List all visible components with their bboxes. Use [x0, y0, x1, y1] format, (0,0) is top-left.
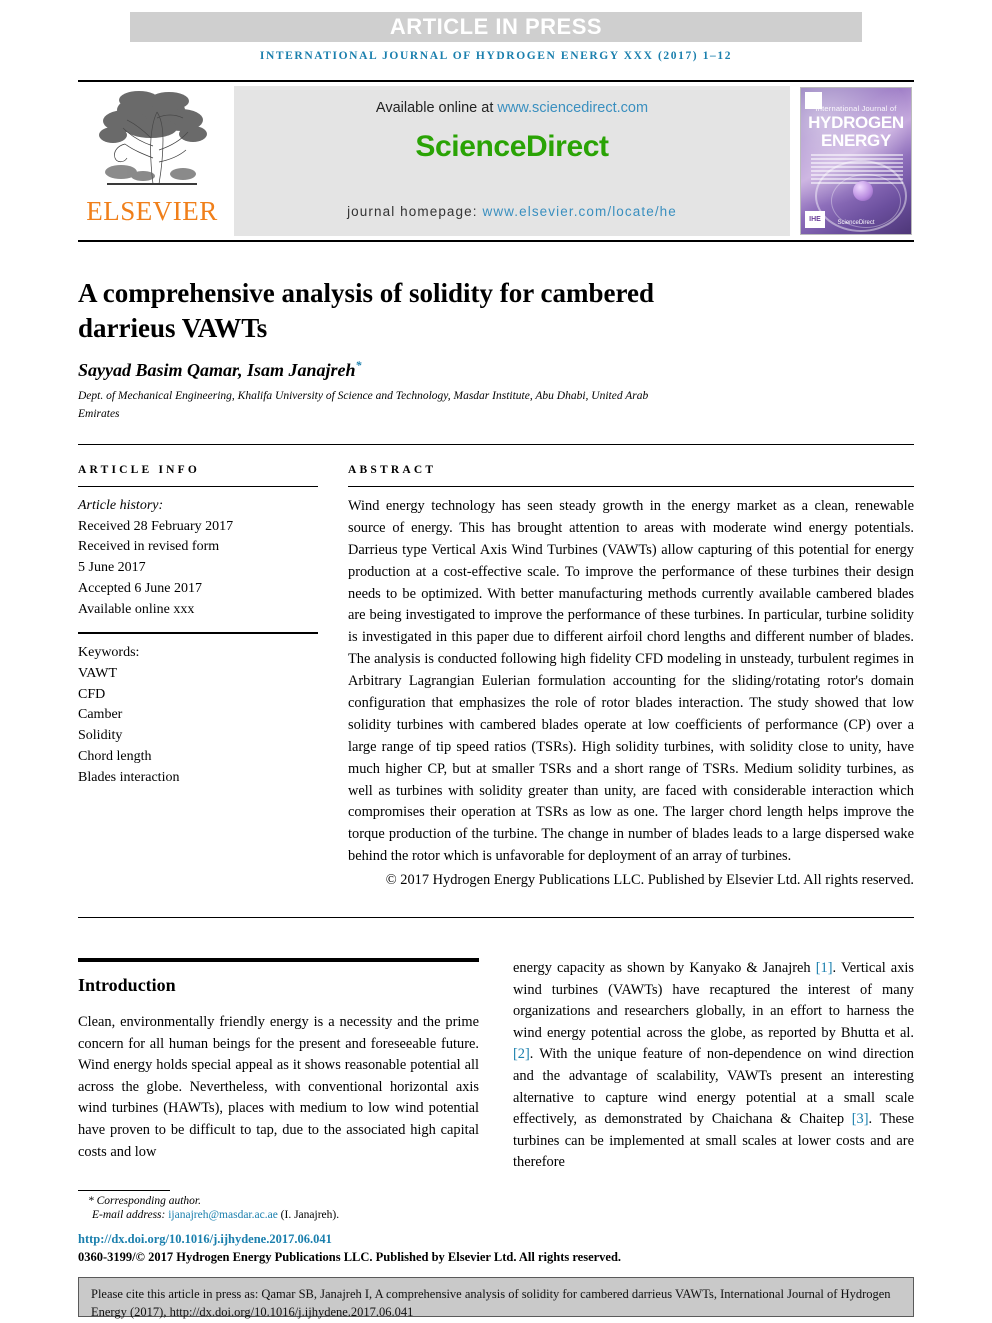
- article-history-item: Available online xxx: [78, 601, 195, 617]
- introduction-paragraph-continued: energy capacity as shown by Kanyako & Ja…: [513, 958, 914, 1174]
- page-title: A comprehensive analysis of solidity for…: [78, 278, 654, 344]
- keyword-item: Solidity: [78, 728, 123, 744]
- keyword-item: VAWT: [78, 666, 118, 682]
- article-in-press-label: ARTICLE IN PRESS: [389, 14, 603, 39]
- sciencedirect-link[interactable]: www.sciencedirect.com: [497, 100, 648, 116]
- keyword-item: Chord length: [78, 748, 152, 764]
- journal-homepage-prefix: journal homepage:: [347, 204, 483, 219]
- elsevier-tree-icon: [99, 91, 207, 185]
- elsevier-logo: ELSEVIER: [78, 82, 226, 240]
- journal-running-head: INTERNATIONAL JOURNAL OF HYDROGEN ENERGY…: [259, 50, 733, 62]
- author-names: Sayyad Basim Qamar, Isam Janajreh: [78, 360, 356, 380]
- introduction-paragraph: Clean, environmentally friendly energy i…: [78, 1014, 479, 1160]
- article-history-label: Article history:: [78, 498, 164, 513]
- introduction-left-text: Clean, environmentally friendly energy i…: [78, 1012, 479, 1163]
- citation-ref-3[interactable]: [3]: [852, 1111, 869, 1127]
- cover-footer-label: ScienceDirect: [837, 220, 875, 226]
- email-link[interactable]: ijanajreh@masdar.ac.ae: [168, 1209, 278, 1221]
- divider-above-body: [78, 917, 914, 918]
- body-column-left: Introduction Clean, environmentally frie…: [78, 958, 479, 1174]
- journal-cover-wrap: International Journal of HYDROGEN ENERGY…: [796, 82, 914, 240]
- keyword-item: CFD: [78, 686, 106, 702]
- keyword-item: Camber: [78, 707, 123, 723]
- abstract-rule: [348, 486, 914, 487]
- corresponding-author-marker[interactable]: *: [356, 358, 362, 372]
- corresponding-author-text: Corresponding author.: [96, 1195, 201, 1207]
- corresponding-author-note: * Corresponding author.: [78, 1195, 508, 1207]
- article-info-column: ARTICLE INFO Article history: Received 2…: [78, 464, 318, 788]
- email-note: E-mail address: ijanajreh@masdar.ac.ae (…: [78, 1209, 508, 1221]
- sciencedirect-panel: Available online at www.sciencedirect.co…: [234, 86, 790, 236]
- footnote-rule: [78, 1190, 170, 1191]
- section-heading-rule: [78, 958, 479, 962]
- article-history-item: 5 June 2017: [78, 560, 146, 576]
- journal-masthead: ELSEVIER Available online at www.science…: [78, 80, 914, 242]
- intro-right-part1: energy capacity as shown by Kanyako & Ja…: [513, 960, 816, 976]
- doi-link[interactable]: http://dx.doi.org/10.1016/j.ijhydene.201…: [78, 1232, 332, 1247]
- sciencedirect-logo: ScienceDirect: [415, 130, 609, 163]
- journal-homepage-link[interactable]: www.elsevier.com/locate/he: [482, 204, 676, 219]
- email-owner: (I. Janajreh).: [280, 1209, 340, 1221]
- keywords-label: Keywords:: [78, 645, 140, 661]
- cover-title-line2: ENERGY: [821, 131, 891, 150]
- author-list: Sayyad Basim Qamar, Isam Janajreh*: [78, 358, 778, 381]
- article-info-rule: [78, 486, 318, 487]
- author-affiliation: Dept. of Mechanical Engineering, Khalifa…: [78, 390, 649, 420]
- introduction-right-text: energy capacity as shown by Kanyako & Ja…: [513, 958, 914, 1174]
- abstract-copyright: © 2017 Hydrogen Energy Publications LLC.…: [385, 872, 914, 889]
- issn-copyright-line: 0360-3199/© 2017 Hydrogen Energy Publica…: [78, 1250, 622, 1264]
- journal-homepage-line: journal homepage: www.elsevier.com/locat…: [234, 204, 790, 219]
- abstract-text: Wind energy technology has seen steady g…: [348, 498, 914, 865]
- keywords-block: Keywords: VAWT CFD Camber Solidity Chord…: [78, 643, 318, 788]
- article-info-heading: ARTICLE INFO: [78, 464, 201, 476]
- cite-this-article-box: Please cite this article in press as: Qa…: [78, 1277, 914, 1319]
- body-columns: Introduction Clean, environmentally frie…: [78, 958, 914, 1174]
- citation-ref-1[interactable]: [1]: [816, 960, 833, 976]
- citation-ref-2[interactable]: [2]: [513, 1046, 530, 1062]
- email-label: E-mail address:: [92, 1209, 169, 1221]
- elsevier-wordmark: ELSEVIER: [86, 196, 218, 226]
- abstract-column: ABSTRACT Wind energy technology has seen…: [348, 464, 914, 892]
- body-column-right: energy capacity as shown by Kanyako & Ja…: [513, 958, 914, 1174]
- article-history-block: Article history: Received 28 February 20…: [78, 496, 318, 620]
- article-history-item: Received in revised form: [78, 539, 220, 555]
- cover-subtitle: International Journal of: [815, 104, 897, 113]
- keyword-item: Blades interaction: [78, 769, 180, 785]
- abstract-heading: ABSTRACT: [348, 464, 437, 476]
- section-heading-introduction: Introduction: [78, 975, 176, 995]
- article-history-item: Received 28 February 2017: [78, 518, 234, 534]
- available-online-prefix: Available online at: [375, 100, 498, 116]
- article-in-press-banner: ARTICLE IN PRESS: [130, 12, 862, 42]
- available-online-line: Available online at www.sciencedirect.co…: [376, 100, 648, 116]
- divider-above-abstract: [78, 444, 914, 445]
- article-history-item: Accepted 6 June 2017: [78, 580, 203, 596]
- keywords-rule: [78, 632, 318, 635]
- footnote-block: * Corresponding author. E-mail address: …: [78, 1190, 508, 1221]
- corresponding-author-star: *: [88, 1195, 94, 1207]
- journal-cover-image: International Journal of HYDROGEN ENERGY…: [800, 87, 912, 235]
- cover-title-line1: HYDROGEN: [808, 113, 904, 132]
- cover-orb: [853, 181, 873, 201]
- abstract-body: Wind energy technology has seen steady g…: [348, 496, 914, 868]
